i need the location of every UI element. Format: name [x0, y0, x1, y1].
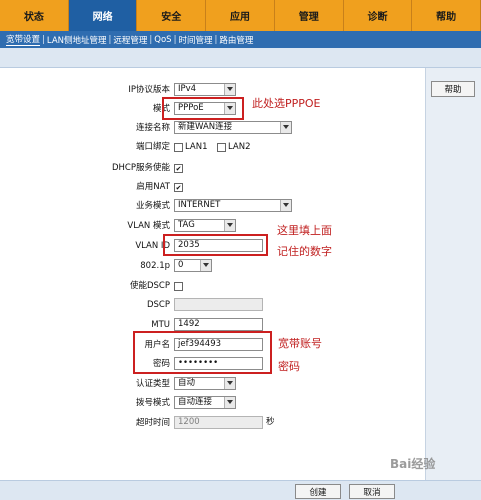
help-button[interactable]: 帮助 [431, 81, 475, 97]
enable-nat-checkbox[interactable] [174, 183, 183, 192]
port-binding-label: 端口绑定 [135, 142, 170, 152]
subnav-separator: | [173, 34, 177, 45]
top-navigation: 状态 网络 安全 应用 管理 诊断 帮助 [0, 0, 481, 31]
account-annotation-line2: 密码 [278, 360, 300, 373]
chevron-down-icon [280, 200, 291, 211]
mtu-label: MTU [151, 320, 170, 330]
subtab-qos[interactable]: QoS [154, 35, 171, 45]
tab-security[interactable]: 安全 [137, 0, 207, 31]
vlan-annotation-line2: 记住的数字 [277, 245, 332, 258]
ip-version-label: IP协议版本 [128, 85, 170, 95]
subtab-lan-address[interactable]: LAN侧地址管理 [47, 34, 107, 46]
tab-application[interactable]: 应用 [206, 0, 275, 31]
mode-label: 模式 [152, 104, 170, 114]
chevron-down-icon [280, 122, 291, 133]
subtab-time-management[interactable]: 时间管理 [178, 34, 212, 46]
tab-status[interactable]: 状态 [0, 0, 69, 31]
dscp-input[interactable] [174, 298, 263, 311]
ip-version-value: IPv4 [178, 84, 197, 94]
connection-name-select[interactable]: 新建WAN连接 [174, 121, 292, 134]
service-mode-select[interactable]: INTERNET [174, 199, 292, 212]
chevron-down-icon [200, 260, 211, 271]
mode-highlight-box [162, 97, 244, 120]
ip-version-select[interactable]: IPv4 [174, 83, 236, 96]
enable-dscp-label: 使能DSCP [129, 281, 170, 291]
lan1-label: LAN1 [185, 142, 208, 152]
dot1p-select[interactable]: 0 [174, 259, 212, 272]
cancel-button[interactable]: 取消 [349, 484, 395, 499]
tab-diagnostics[interactable]: 诊断 [344, 0, 413, 31]
subnav-separator: | [108, 34, 112, 45]
dial-mode-select[interactable]: 自动连接 [174, 396, 236, 409]
sub-navigation: 宽带设置 | LAN侧地址管理 | 远程管理 | QoS | 时间管理 | 路由… [0, 31, 481, 48]
create-button[interactable]: 创建 [295, 484, 341, 499]
dscp-label: DSCP [146, 300, 170, 310]
help-panel: 帮助 [425, 68, 481, 480]
subtab-broadband-settings[interactable]: 宽带设置 [6, 33, 41, 46]
chevron-down-icon [224, 220, 235, 231]
dot1p-label: 802.1p [140, 261, 170, 271]
tab-help[interactable]: 帮助 [412, 0, 481, 31]
subnav-separator: | [149, 34, 153, 45]
timeout-unit: 秒 [266, 417, 275, 427]
lan2-label: LAN2 [228, 142, 251, 152]
subnav-separator: | [42, 34, 45, 45]
account-annotation-line1: 宽带账号 [278, 337, 322, 350]
service-mode-label: 业务模式 [135, 201, 170, 211]
vlan-id-highlight-box [163, 234, 268, 256]
connection-name-label: 连接名称 [135, 123, 170, 133]
enable-nat-label: 启用NAT [136, 182, 170, 192]
timeout-label: 超时时间 [135, 418, 170, 428]
chevron-down-icon [224, 84, 235, 95]
enable-dscp-checkbox[interactable] [174, 282, 183, 291]
chevron-down-icon [224, 378, 235, 389]
dial-mode-value: 自动连接 [178, 397, 213, 407]
tab-network[interactable]: 网络 [68, 0, 138, 31]
vlan-id-label: VLAN ID [135, 241, 170, 251]
header-band [0, 48, 481, 68]
mode-annotation: 此处选PPPOE [252, 97, 321, 110]
dhcp-service-checkbox[interactable] [174, 164, 183, 173]
lan1-checkbox[interactable] [174, 143, 183, 152]
mtu-input[interactable]: 1492 [174, 318, 263, 331]
dhcp-service-label: DHCP服务使能 [112, 163, 170, 173]
subtab-route-management[interactable]: 路由管理 [219, 34, 253, 46]
vlan-mode-select[interactable]: TAG [174, 219, 236, 232]
dial-mode-label: 拨号模式 [135, 398, 170, 408]
action-bar: 创建 取消 [0, 480, 481, 500]
timeout-input[interactable]: 1200 [174, 416, 263, 429]
service-mode-value: INTERNET [178, 200, 221, 210]
dot1p-value: 0 [178, 260, 184, 270]
connection-name-value: 新建WAN连接 [178, 122, 233, 132]
vlan-mode-label: VLAN 模式 [127, 221, 170, 231]
chevron-down-icon [224, 397, 235, 408]
auth-type-select[interactable]: 自动 [174, 377, 236, 390]
subtab-remote-management[interactable]: 远程管理 [113, 34, 147, 46]
vlan-mode-value: TAG [178, 220, 195, 230]
vlan-annotation-line1: 这里填上面 [277, 224, 332, 237]
lan2-checkbox[interactable] [217, 143, 226, 152]
tab-management[interactable]: 管理 [275, 0, 344, 31]
subnav-separator: | [214, 34, 218, 45]
account-highlight-box [133, 331, 272, 374]
auth-type-label: 认证类型 [135, 379, 170, 389]
watermark-logo: Bai经验 [390, 457, 436, 471]
auth-type-value: 自动 [178, 378, 196, 388]
